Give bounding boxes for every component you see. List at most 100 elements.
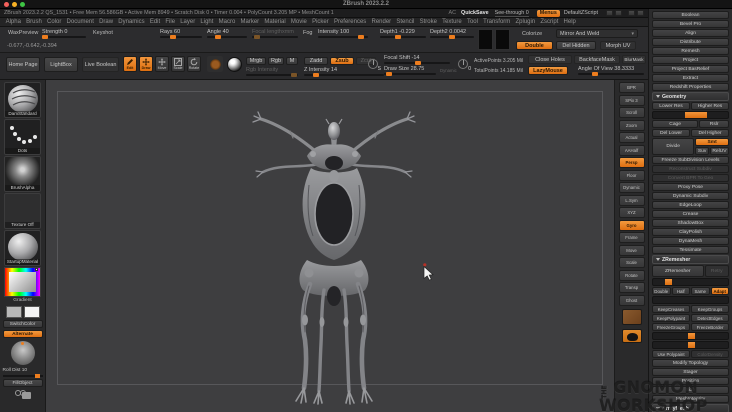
tool-panel-button-project-basrelief[interactable]: Project BasRelief [652, 65, 729, 73]
light-placement-sphere[interactable] [10, 341, 35, 365]
target-polygons-count-slider[interactable]: Target Polygons Count 16 [652, 278, 729, 286]
menu-zplugin[interactable]: Zplugin [513, 19, 538, 25]
fog-label[interactable]: Fog [303, 30, 312, 36]
geometry-section-header[interactable]: Geometry [652, 92, 729, 101]
draw-button[interactable]: Draw [139, 56, 153, 72]
dynamic-toggle[interactable]: Dynamic [440, 68, 457, 74]
shelf-button-rotate[interactable]: Rotate [618, 269, 645, 281]
secondary-color-swatch[interactable] [23, 306, 40, 318]
backface-mask-button[interactable]: BackfaceMask [574, 55, 620, 64]
menu-light[interactable]: Light [198, 19, 216, 25]
see-through-slider[interactable]: See-through 0 [494, 10, 529, 17]
brush-preview-icon[interactable] [207, 56, 223, 72]
tool-panel-button-distribute[interactable]: Distribute [652, 38, 729, 46]
menu-brush[interactable]: Brush [24, 19, 45, 25]
use-polypaint-toggle[interactable]: Use Polypaint [652, 350, 690, 358]
scale-button[interactable]: Scale [171, 56, 185, 72]
geometry-button-shadowbox[interactable]: ShadowBox [652, 219, 729, 227]
shelf-button-dynamic[interactable]: Dynamic [618, 182, 645, 193]
focal-length-slider[interactable]: Focal lengthxmm [252, 29, 298, 39]
mirror-and-weld-dropdown[interactable]: Mirror And Weld ▾ [556, 29, 638, 38]
depth2-slider[interactable]: Depth2 0.0042 [430, 29, 474, 39]
menu-picker[interactable]: Picker [309, 19, 331, 25]
lower-res-button[interactable]: Lower Res [652, 102, 690, 110]
double-button[interactable]: Double [516, 41, 553, 50]
menu-transform[interactable]: Transform [481, 19, 513, 25]
gravity-dial[interactable]: 0 [458, 59, 471, 72]
shelf-button-l-sym[interactable]: L.Sym [618, 194, 645, 206]
tool-panel-button-project[interactable]: Project [652, 56, 729, 64]
geometry-button-dynamic-subdiv[interactable]: Dynamic Subdiv [652, 192, 729, 200]
shelf-button-aahalf[interactable]: AAHalf [618, 144, 645, 156]
del-higher-button[interactable]: Del Higher [691, 129, 729, 137]
current-material-icon[interactable] [227, 57, 242, 72]
gradient-label[interactable]: Gradient [13, 298, 31, 304]
menu-texture[interactable]: Texture [440, 19, 465, 25]
menu-document[interactable]: Document [64, 19, 97, 25]
sculpt-model-creature[interactable] [249, 110, 419, 410]
menu-movie[interactable]: Movie [288, 19, 309, 25]
tool-panel-button-extract[interactable]: Extract [652, 74, 729, 82]
cage-button[interactable]: Cage [652, 120, 699, 128]
retry-button[interactable]: Retry [704, 265, 729, 277]
shelf-button-scale[interactable]: Scale [618, 257, 645, 268]
geometry-button-dynamesh[interactable]: DynaMesh [652, 237, 729, 245]
wax-preview-label[interactable]: WaxPreview [8, 30, 38, 36]
stroke-curve-dial[interactable]: S [368, 59, 381, 72]
keep-polypaint-toggle[interactable]: KeepPolypaint [652, 314, 690, 322]
tool-panel-button-align[interactable]: Align [652, 29, 729, 37]
smt-toggle[interactable]: Smt [695, 138, 729, 146]
menu-edit[interactable]: Edit [147, 19, 163, 25]
menu-color[interactable]: Color [44, 19, 64, 25]
menu-material[interactable]: Material [262, 19, 289, 25]
detect-edges-toggle[interactable]: DetectEdges [691, 314, 729, 322]
switch-color-button[interactable]: SwitchColor [2, 320, 43, 328]
lazy-mouse-button[interactable]: LazyMouse [528, 66, 568, 75]
tool-panel-button-bevel-pro[interactable]: Bevel Pro [652, 20, 729, 28]
shelf-button-spix-3[interactable]: SPix 3 [618, 94, 645, 106]
menu-dynamics[interactable]: Dynamics [116, 19, 148, 25]
mrgb-button[interactable]: Mrgb [246, 57, 266, 65]
shelf-button-bpr[interactable]: BPR [618, 82, 645, 93]
angle-of-view-slider[interactable]: Angle Of View 38.3333 [578, 66, 644, 76]
depth-cavity-swatch[interactable] [478, 29, 493, 50]
brush-preset-icon[interactable] [637, 10, 644, 16]
zremesher-section-header[interactable]: ZRemesher [652, 255, 729, 264]
divide-button[interactable]: Divide [652, 138, 695, 155]
menus-button[interactable]: Menus [536, 9, 560, 17]
move-button[interactable]: Move [155, 56, 169, 72]
tool-panel-button-boolean[interactable]: Boolean [652, 11, 729, 19]
main-color-swatch[interactable] [5, 306, 22, 318]
rays-slider[interactable]: Rays 60 [160, 29, 202, 39]
document-canvas[interactable] [46, 80, 614, 412]
rgb-intensity-slider[interactable]: Rgb Intensity [246, 67, 298, 77]
menu-stencil[interactable]: Stencil [394, 19, 417, 25]
color-picker-inner[interactable] [9, 272, 36, 292]
zadd-button[interactable]: Zadd [304, 57, 328, 65]
strength-slider[interactable]: Strength 0 [41, 29, 86, 39]
intensity-slider[interactable]: Intensity 100 [318, 29, 368, 39]
menu-macro[interactable]: Macro [216, 19, 238, 25]
del-hidden-button[interactable]: Del Hidden [556, 41, 596, 50]
shelf-button-scroll[interactable]: Scroll [618, 107, 645, 118]
shelf-button-frame[interactable]: Frame [618, 232, 645, 243]
curves-strength-slider[interactable]: Curves Strength 50 [652, 341, 729, 349]
quicksave-button[interactable]: QuickSave [461, 10, 489, 16]
quick-material-swatch[interactable] [621, 309, 642, 325]
rotate-button[interactable]: Rotate [187, 56, 201, 72]
shelf-button-gyro[interactable]: Gyro [618, 219, 645, 231]
shelf-button-transp[interactable]: Transp [618, 282, 645, 293]
color-picker[interactable] [4, 267, 41, 297]
keep-groups-toggle[interactable]: KeepGroups [691, 305, 729, 313]
keep-creases-toggle[interactable]: KeepCreases [652, 305, 690, 313]
reconstruct-subdiv-button[interactable]: Reconstruct Subdiv [652, 165, 729, 173]
menu-stroke[interactable]: Stroke [417, 19, 440, 25]
color-density-button[interactable]: ColorDensity [691, 350, 729, 358]
geometry-button-claypolish[interactable]: ClayPolish [652, 228, 729, 236]
tool-panel-button-remesh[interactable]: Remesh [652, 47, 729, 55]
menu-help[interactable]: Help [561, 19, 579, 25]
fill-object-button[interactable]: FillObject [2, 379, 43, 387]
document-icon[interactable] [606, 10, 613, 16]
menu-marker[interactable]: Marker [238, 19, 262, 25]
colorize-label[interactable]: Colorize [522, 31, 542, 37]
